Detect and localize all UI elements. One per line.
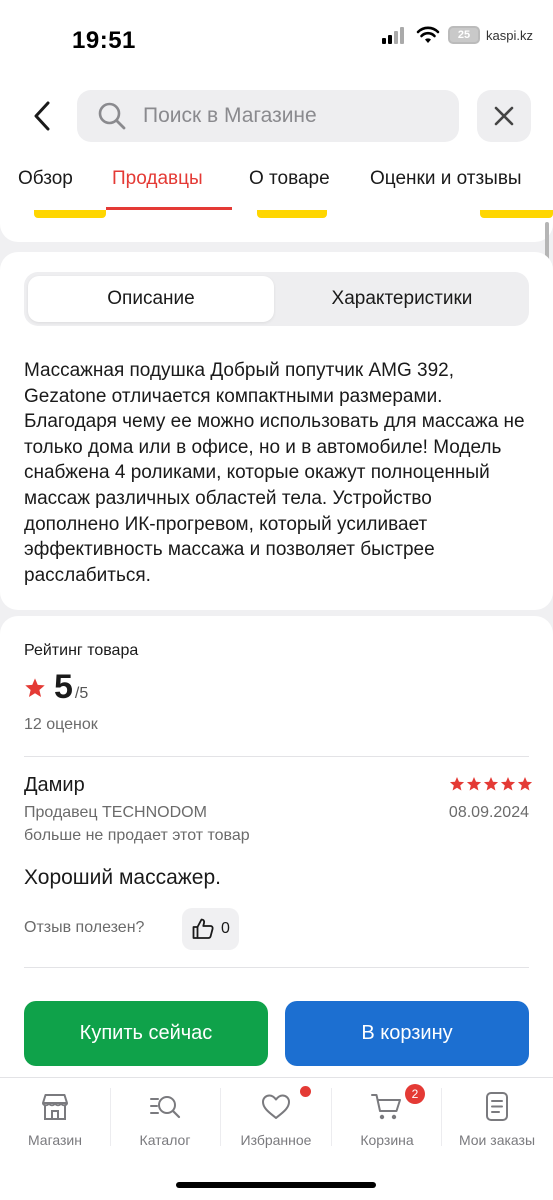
wifi-icon [416, 26, 440, 43]
nav-label: Избранное [240, 1132, 312, 1148]
status-time: 19:51 [72, 27, 136, 54]
signal-icon [382, 26, 408, 44]
nav-label: Магазин [27, 1132, 82, 1148]
rating-count: 12 оценок [24, 716, 98, 733]
active-tab-indicator [106, 207, 232, 210]
review-seller: Продавец TECHNODOM [24, 804, 207, 821]
description-segmented-control: Описание Характеристики [24, 272, 529, 326]
tab-overview[interactable]: Обзор [18, 168, 73, 190]
close-icon [494, 106, 514, 126]
star-icon [500, 777, 516, 791]
description-card: Описание Характеристики Массажная подушк… [0, 252, 553, 610]
nav-cart[interactable]: Корзина [332, 1090, 442, 1148]
search-input[interactable]: Поиск в Магазине [77, 90, 459, 142]
star-icon [25, 677, 45, 697]
rating-summary: 5 /5 [24, 668, 88, 707]
nav-catalog[interactable]: Каталог [110, 1090, 220, 1148]
like-button[interactable]: 0 [182, 908, 239, 950]
tab-sellers[interactable]: Продавцы [112, 168, 203, 190]
heart-icon [262, 1094, 290, 1119]
description-text: Массажная подушка Добрый попутчик AMG 39… [24, 360, 525, 586]
cart-icon [371, 1094, 401, 1120]
home-indicator [176, 1182, 376, 1188]
battery-icon: 25 [448, 26, 481, 44]
store-icon [42, 1094, 68, 1120]
status-bar: 19:51 25 kaspi.kz [0, 0, 553, 82]
search-placeholder: Поиск в Магазине [143, 104, 317, 127]
reviewer-name: Дамир [24, 774, 85, 796]
divider [24, 967, 529, 968]
add-to-cart-button[interactable]: В корзину [285, 1001, 529, 1066]
catalog-search-icon [150, 1096, 181, 1119]
rating-value: 5 [54, 668, 73, 706]
favorites-notification-dot [300, 1086, 311, 1097]
carrier-label: kaspi.kz [486, 27, 533, 43]
segment-description[interactable]: Описание [28, 276, 274, 322]
divider [24, 756, 529, 757]
product-tabs: Обзор Продавцы О товаре Оценки и отзывы [0, 156, 553, 210]
nav-label: Мои заказы [458, 1132, 536, 1148]
review-date: 08.09.2024 [448, 804, 529, 821]
thumbs-up-icon [192, 918, 214, 939]
nav-orders[interactable]: Мои заказы [442, 1090, 552, 1148]
nav-store[interactable]: Магазин [0, 1090, 110, 1148]
rating-title: Рейтинг товара [24, 642, 139, 659]
segment-specifications[interactable]: Характеристики [279, 276, 525, 322]
battery-level: 25 [457, 29, 471, 41]
back-button[interactable] [22, 94, 62, 138]
review-text: Хороший массажер. [24, 866, 221, 889]
star-icon [483, 777, 499, 791]
cart-count-badge: 2 [405, 1084, 425, 1104]
header: Поиск в Магазине [0, 82, 553, 156]
rating-max: /5 [74, 685, 89, 702]
nav-favorites[interactable]: Избранное [221, 1090, 331, 1148]
helpful-label: Отзыв полезен? [24, 919, 145, 936]
like-count: 0 [221, 920, 230, 937]
review-stars [449, 776, 533, 792]
close-search-button[interactable] [477, 90, 531, 142]
star-icon [517, 777, 533, 791]
status-icons: 25 kaspi.kz [382, 26, 533, 44]
star-icon [466, 777, 482, 791]
star-icon [449, 777, 465, 791]
nav-label: Корзина [360, 1132, 414, 1148]
orders-icon [486, 1092, 508, 1121]
tab-about[interactable]: О товаре [249, 168, 330, 190]
buy-now-button[interactable]: Купить сейчас [24, 1001, 268, 1066]
chevron-left-icon [34, 101, 50, 131]
search-icon [98, 102, 126, 130]
seller-note: больше не продает этот товар [24, 827, 250, 844]
nav-label: Каталог [139, 1132, 191, 1148]
tab-reviews[interactable]: Оценки и отзывы [370, 168, 522, 190]
